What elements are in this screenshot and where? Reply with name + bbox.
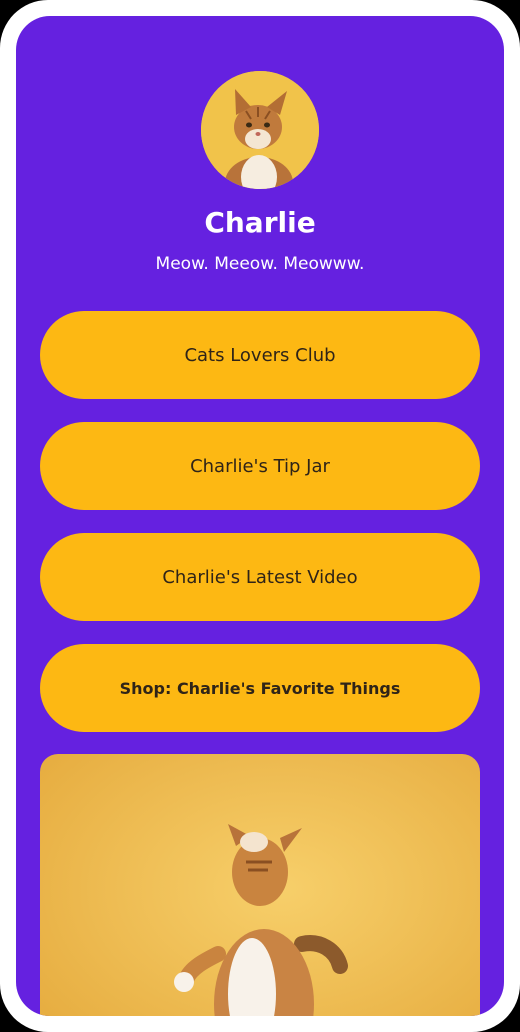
cat-avatar-image xyxy=(201,71,319,189)
phone-frame: Charlie Meow. Meeow. Meowww. Cats Lovers… xyxy=(0,0,520,1032)
profile-avatar xyxy=(201,71,319,189)
link-shop-favorite-things[interactable]: Shop: Charlie's Favorite Things xyxy=(40,644,480,732)
link-cats-lovers-club[interactable]: Cats Lovers Club xyxy=(40,311,480,399)
cat-jumping-image xyxy=(40,754,480,1016)
profile-screen: Charlie Meow. Meeow. Meowww. Cats Lovers… xyxy=(16,16,504,1016)
profile-name: Charlie xyxy=(204,206,316,239)
link-latest-video[interactable]: Charlie's Latest Video xyxy=(40,533,480,621)
profile-bio: Meow. Meeow. Meowww. xyxy=(155,254,365,274)
link-tip-jar[interactable]: Charlie's Tip Jar xyxy=(40,422,480,510)
featured-cat-photo[interactable] xyxy=(40,754,480,1016)
